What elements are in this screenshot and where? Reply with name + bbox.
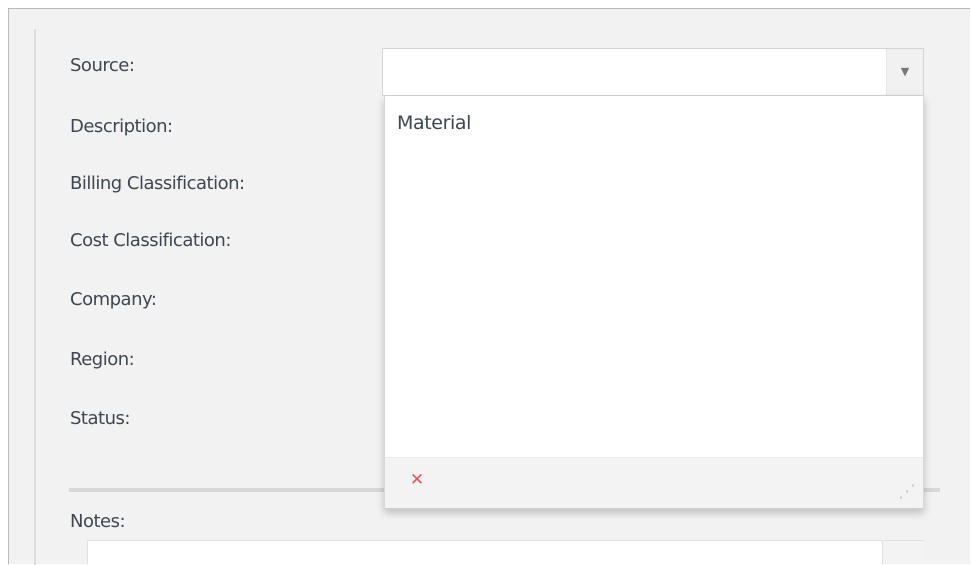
status-label: Status: [70,408,130,429]
cost-classification-label: Cost Classification: [70,230,231,251]
source-dropdown-list: Material ✕ ⋰ [384,96,924,509]
notes-textarea[interactable] [87,540,924,564]
description-label: Description: [70,116,173,137]
source-combobox[interactable]: ▼ [382,48,924,96]
clear-icon[interactable]: ✕ [408,471,426,489]
chevron-down-icon[interactable]: ▼ [886,49,923,95]
dropdown-option-material[interactable]: Material [397,112,471,134]
company-label: Company: [70,289,157,310]
source-label: Source: [70,55,135,76]
resize-handle-icon[interactable]: ⋰ [898,483,916,501]
notes-label: Notes: [70,511,126,532]
region-label: Region: [70,349,135,370]
notes-scroll-button[interactable] [882,541,924,564]
billing-classification-label: Billing Classification: [70,173,245,194]
dropdown-footer: ✕ ⋰ [385,457,923,508]
panel-left-rule [34,29,36,565]
